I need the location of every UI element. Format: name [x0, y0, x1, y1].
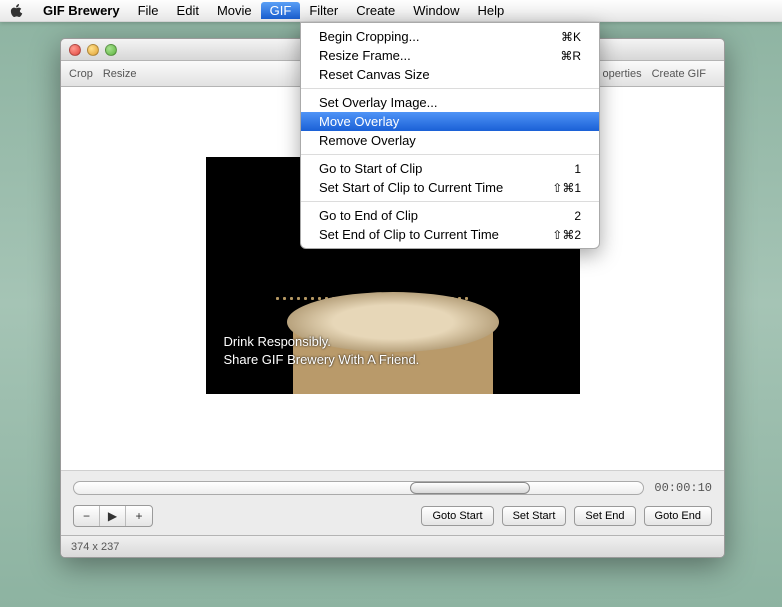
- window-zoom-button[interactable]: [105, 44, 117, 56]
- overlay-caption: Drink Responsibly. Share GIF Brewery Wit…: [224, 333, 420, 369]
- toolbar-resize[interactable]: Resize: [103, 68, 137, 80]
- menu-item-set-overlay[interactable]: Set Overlay Image...: [301, 93, 599, 112]
- toolbar-crop[interactable]: Crop: [69, 68, 93, 80]
- set-end-button[interactable]: Set End: [574, 506, 635, 526]
- scrub-bar[interactable]: [73, 481, 644, 495]
- apple-icon[interactable]: [10, 4, 24, 18]
- menu-item-remove-overlay[interactable]: Remove Overlay: [301, 131, 599, 150]
- play-button[interactable]: ▶: [100, 506, 126, 526]
- menu-shortcut: ⇧⌘1: [552, 181, 581, 195]
- menu-item-set-end-clip[interactable]: Set End of Clip to Current Time ⇧⌘2: [301, 225, 599, 244]
- menu-item-begin-cropping[interactable]: Begin Cropping... ⌘K: [301, 27, 599, 46]
- menu-file[interactable]: File: [129, 2, 168, 19]
- menu-label: Go to End of Clip: [319, 208, 418, 223]
- caption-line: Drink Responsibly.: [224, 333, 420, 351]
- menu-separator: [301, 88, 599, 89]
- menu-label: Remove Overlay: [319, 133, 416, 148]
- menu-label: Set Overlay Image...: [319, 95, 438, 110]
- menu-create[interactable]: Create: [347, 2, 404, 19]
- menu-item-reset-canvas[interactable]: Reset Canvas Size: [301, 65, 599, 84]
- menu-label: Set End of Clip to Current Time: [319, 227, 499, 242]
- system-menubar: GIF Brewery File Edit Movie GIF Filter C…: [0, 0, 782, 22]
- toolbar-create-gif[interactable]: Create GIF: [652, 68, 706, 80]
- menu-gif[interactable]: GIF: [261, 2, 301, 19]
- menu-shortcut: 2: [574, 209, 581, 223]
- window-close-button[interactable]: [69, 44, 81, 56]
- status-dimensions: 374 x 237: [71, 541, 119, 553]
- menu-shortcut: 1: [574, 162, 581, 176]
- menu-movie[interactable]: Movie: [208, 2, 261, 19]
- window-minimize-button[interactable]: [87, 44, 99, 56]
- toolbar-properties[interactable]: operties: [602, 68, 641, 80]
- app-menu[interactable]: GIF Brewery: [34, 2, 129, 19]
- menu-help[interactable]: Help: [468, 2, 513, 19]
- step-minus-button[interactable]: −: [74, 506, 100, 526]
- goto-start-button[interactable]: Goto Start: [421, 506, 493, 526]
- menu-shortcut: ⌘R: [560, 49, 581, 63]
- menu-label: Move Overlay: [319, 114, 399, 129]
- menu-filter[interactable]: Filter: [300, 2, 347, 19]
- menu-label: Go to Start of Clip: [319, 161, 422, 176]
- status-bar: 374 x 237: [61, 535, 724, 557]
- menu-item-resize-frame[interactable]: Resize Frame... ⌘R: [301, 46, 599, 65]
- menu-label: Resize Frame...: [319, 48, 411, 63]
- menu-window[interactable]: Window: [404, 2, 468, 19]
- menu-shortcut: ⌘K: [561, 30, 581, 44]
- step-plus-button[interactable]: +: [126, 506, 152, 526]
- menu-shortcut: ⇧⌘2: [552, 228, 581, 242]
- goto-end-button[interactable]: Goto End: [644, 506, 712, 526]
- menu-label: Set Start of Clip to Current Time: [319, 180, 503, 195]
- scrub-thumb[interactable]: [410, 482, 530, 494]
- menu-item-goto-end-clip[interactable]: Go to End of Clip 2: [301, 206, 599, 225]
- menu-item-set-start-clip[interactable]: Set Start of Clip to Current Time ⇧⌘1: [301, 178, 599, 197]
- button-row: − ▶ + Goto Start Set Start Set End Goto …: [73, 505, 712, 527]
- time-readout: 00:00:10: [654, 481, 712, 495]
- set-start-button[interactable]: Set Start: [502, 506, 567, 526]
- transport-controls: 00:00:10 − ▶ + Goto Start Set Start Set …: [61, 470, 724, 535]
- menu-label: Reset Canvas Size: [319, 67, 430, 82]
- menu-item-move-overlay[interactable]: Move Overlay: [301, 112, 599, 131]
- menu-separator: [301, 201, 599, 202]
- gif-dropdown-menu: Begin Cropping... ⌘K Resize Frame... ⌘R Re…: [300, 22, 600, 249]
- menu-item-goto-start-clip[interactable]: Go to Start of Clip 1: [301, 159, 599, 178]
- menu-separator: [301, 154, 599, 155]
- step-segmented-control: − ▶ +: [73, 505, 153, 527]
- menu-edit[interactable]: Edit: [168, 2, 208, 19]
- scrub-row: 00:00:10: [73, 481, 712, 495]
- caption-line: Share GIF Brewery With A Friend.: [224, 351, 420, 369]
- menu-label: Begin Cropping...: [319, 29, 419, 44]
